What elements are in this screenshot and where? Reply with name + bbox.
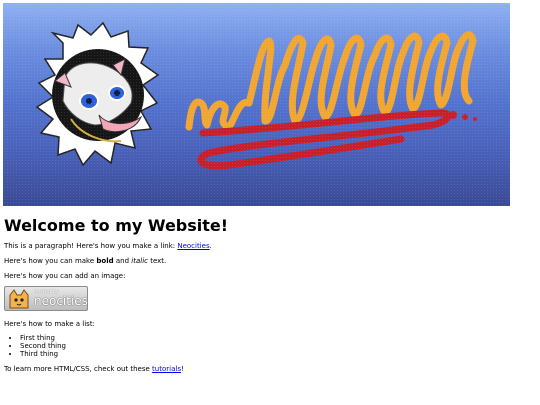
paragraph-image-intro: Here's how you can add an image: bbox=[4, 272, 126, 280]
list-item: Third thing bbox=[20, 350, 66, 358]
list-item: First thing bbox=[20, 334, 66, 342]
punctuation: . bbox=[209, 242, 212, 250]
paragraph-text: Here's how you can make bbox=[4, 257, 97, 265]
bold-text: bold bbox=[96, 257, 114, 265]
paragraph-tutorials: To learn more HTML/CSS, check out these … bbox=[4, 364, 184, 374]
list-item: Second thing bbox=[20, 342, 66, 350]
neocities-cat-icon bbox=[9, 289, 29, 309]
paragraph-text: This is a paragraph! Here's how you make… bbox=[4, 242, 178, 250]
paragraph-text: To learn more HTML/CSS, check out these bbox=[4, 365, 153, 373]
punctuation: ! bbox=[180, 365, 184, 373]
paragraph-list-intro: Here's how to make a list: bbox=[4, 320, 95, 328]
badge-brand-label: neocities bbox=[34, 294, 88, 308]
header-banner bbox=[3, 3, 510, 206]
italic-text: italic bbox=[131, 257, 148, 265]
bullet-list: First thing Second thing Third thing bbox=[4, 334, 66, 358]
paragraph-link: This is a paragraph! Here's how you make… bbox=[4, 241, 212, 251]
nefff-lettering bbox=[185, 31, 477, 131]
opossum-illustration bbox=[35, 21, 160, 167]
tutorials-link[interactable]: tutorials bbox=[152, 365, 181, 373]
paragraph-text: and bbox=[113, 257, 132, 265]
red-swoosh bbox=[197, 109, 477, 170]
neocities-link[interactable]: Neocities bbox=[177, 242, 209, 250]
paragraph-formatting: Here's how you can make bold and italic … bbox=[4, 256, 166, 266]
opossum-banner-art bbox=[35, 21, 477, 170]
paragraph-text: text. bbox=[147, 257, 167, 265]
hosted-by-neocities-badge: hosted by neocities bbox=[4, 286, 88, 311]
